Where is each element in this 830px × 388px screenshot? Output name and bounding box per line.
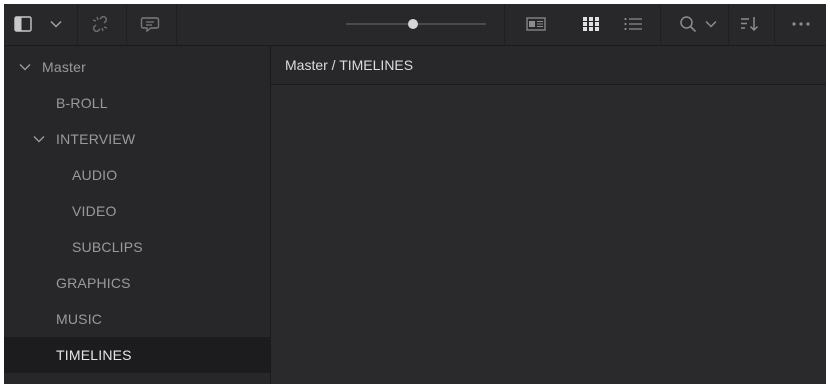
- bin-label: TIMELINES: [56, 347, 132, 363]
- metadata-view-icon[interactable]: [524, 12, 548, 36]
- bin-subclips[interactable]: SUBCLIPS: [4, 229, 270, 265]
- bin-b-roll[interactable]: B-ROLL: [4, 85, 270, 121]
- breadcrumb-text: Master / TIMELINES: [285, 57, 414, 73]
- chevron-down-icon[interactable]: [32, 135, 46, 143]
- thumbnail-view-icon[interactable]: [579, 12, 603, 36]
- bin-label: MUSIC: [56, 311, 103, 327]
- bin-graphics[interactable]: GRAPHICS: [4, 265, 270, 301]
- toolbar-divider: [77, 4, 78, 45]
- more-options-icon[interactable]: [786, 12, 816, 36]
- bin-interview[interactable]: INTERVIEW: [4, 121, 270, 157]
- search-options-chevron-icon[interactable]: [704, 12, 718, 36]
- search-icon[interactable]: [677, 12, 699, 36]
- bin-list-sidebar: Master B-ROLL INTERVIEW AUDIO VIDEO SUBC…: [4, 46, 271, 384]
- unlink-icon[interactable]: [88, 12, 112, 36]
- zoom-slider-handle[interactable]: [408, 19, 418, 29]
- toolbar-divider: [126, 4, 127, 45]
- list-view-icon[interactable]: [621, 12, 645, 36]
- bin-content-area[interactable]: Master / TIMELINES: [271, 46, 826, 384]
- toolbar-divider: [176, 4, 177, 45]
- bin-timelines[interactable]: TIMELINES: [4, 337, 270, 373]
- media-pool-panel: Master B-ROLL INTERVIEW AUDIO VIDEO SUBC…: [4, 4, 826, 384]
- chevron-down-icon[interactable]: [18, 63, 32, 71]
- toolbar-divider: [660, 4, 661, 45]
- toolbar-divider: [774, 4, 775, 45]
- chevron-down-icon[interactable]: [48, 12, 64, 36]
- bin-audio[interactable]: AUDIO: [4, 157, 270, 193]
- bin-label: INTERVIEW: [56, 131, 136, 147]
- toolbar-divider: [728, 4, 729, 45]
- bin-label: SUBCLIPS: [72, 239, 143, 255]
- bin-master[interactable]: Master: [4, 49, 270, 85]
- bin-label: VIDEO: [72, 203, 117, 219]
- comment-icon[interactable]: [138, 12, 162, 36]
- bin-label: GRAPHICS: [56, 275, 131, 291]
- breadcrumb: Master / TIMELINES: [271, 46, 826, 85]
- sort-icon[interactable]: [738, 12, 762, 36]
- bin-video[interactable]: VIDEO: [4, 193, 270, 229]
- bin-music[interactable]: MUSIC: [4, 301, 270, 337]
- bin-label: B-ROLL: [56, 95, 108, 111]
- bin-label: Master: [42, 59, 86, 75]
- toolbar: [4, 4, 826, 46]
- sidebar-toggle-icon[interactable]: [12, 12, 34, 36]
- bin-label: AUDIO: [72, 167, 118, 183]
- toolbar-divider: [504, 4, 505, 45]
